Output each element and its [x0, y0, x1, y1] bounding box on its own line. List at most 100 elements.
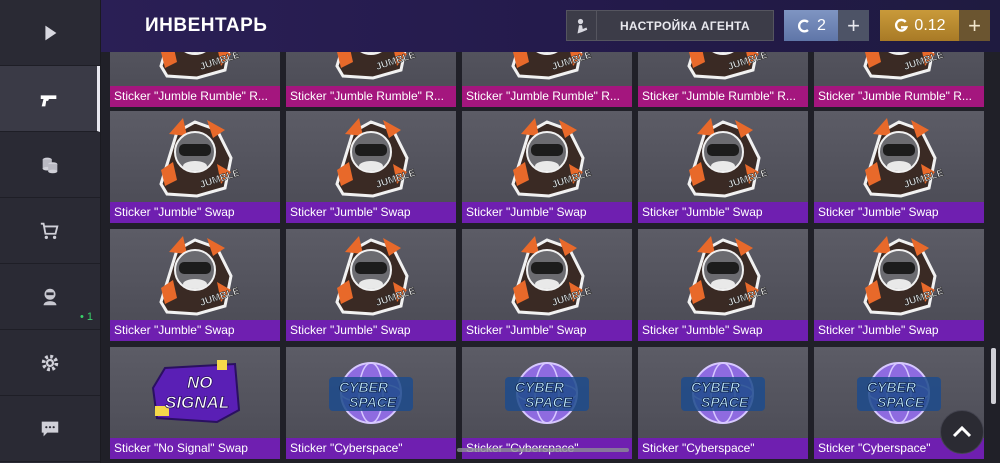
- sticker-image: NO SIGNAL: [110, 347, 280, 438]
- sticker-image: JUMBLE: [462, 111, 632, 202]
- sticker-image: JUMBLE: [110, 52, 280, 86]
- sticker-art-text: SPACE: [349, 394, 397, 410]
- sticker-image: CYBER SPACE: [638, 347, 808, 438]
- item-name-label: Sticker "Jumble Rumble" R...: [286, 86, 456, 107]
- sticker-art-text: CYBER: [867, 379, 917, 395]
- inventory-item-card[interactable]: CYBERSPACESticker "Cyberspace": [462, 347, 632, 459]
- item-name-label: Sticker "Jumble Rumble" R...: [462, 86, 632, 107]
- sticker-image: JUMBLE: [638, 52, 808, 86]
- coins-icon: [42, 157, 58, 173]
- sticker-art-text: CYBER: [339, 379, 389, 395]
- sticker-image: JUMBLE: [638, 111, 808, 202]
- inventory-item-card[interactable]: JUMBLE Sticker "Jumble Rumble" R...: [462, 52, 632, 107]
- sidebar-item-weapons[interactable]: [0, 66, 100, 132]
- inventory-item-card[interactable]: JUMBLE Sticker "Jumble" Swap: [638, 111, 808, 223]
- sidebar-item-play[interactable]: [0, 0, 100, 66]
- item-name-label: Sticker "Jumble" Swap: [814, 202, 984, 223]
- sticker-image: JUMBLE: [110, 111, 280, 202]
- sticker-image: JUMBLE: [462, 52, 632, 86]
- pistol-icon: [40, 94, 56, 106]
- vertical-scrollbar[interactable]: [988, 52, 1000, 463]
- sticker-image: JUMBLE: [814, 52, 984, 86]
- inventory-item-card[interactable]: JUMBLE Sticker "Jumble Rumble" R...: [814, 52, 984, 107]
- sidebar-item-agents[interactable]: • 1: [0, 264, 100, 330]
- gold-amount: 0.12: [914, 16, 946, 34]
- notification-badge: • 1: [80, 311, 94, 323]
- agent-settings-label: НАСТРОЙКА АГЕНТА: [619, 18, 751, 33]
- sidebar-item-chat[interactable]: [0, 396, 100, 462]
- chevron-up-icon: [952, 425, 972, 438]
- sticker-art-text: SPACE: [701, 394, 749, 410]
- inventory-item-card[interactable]: NO SIGNAL Sticker "No Signal" Swap: [110, 347, 280, 459]
- inventory-screen: • 1 ИНВЕНТАРЬ НАСТРОЙКА АГЕНТА 2 + 0.12 …: [0, 0, 1000, 463]
- item-name-label: Sticker "Jumble Rumble" R...: [814, 86, 984, 107]
- inventory-item-card[interactable]: JUMBLE Sticker "Jumble" Swap: [286, 229, 456, 341]
- scrollbar-thumb[interactable]: [991, 348, 996, 404]
- inventory-item-card[interactable]: JUMBLE Sticker "Jumble" Swap: [814, 111, 984, 223]
- inventory-item-card[interactable]: JUMBLE Sticker "Jumble" Swap: [814, 229, 984, 341]
- sidebar-item-coins[interactable]: [0, 132, 100, 198]
- sticker-art-text: CYBER: [515, 379, 565, 395]
- agent-icon: [43, 288, 57, 305]
- inventory-item-card[interactable]: JUMBLE Sticker "Jumble" Swap: [286, 111, 456, 223]
- inventory-item-card[interactable]: CYBERSPACESticker "Cyberspace": [286, 347, 456, 459]
- gold-value: 0.12: [880, 10, 959, 41]
- sticker-image: JUMBLE: [638, 229, 808, 320]
- item-name-label: Sticker "Jumble" Swap: [286, 202, 456, 223]
- credits-display: 2 +: [784, 10, 869, 41]
- sidebar: • 1: [0, 0, 101, 463]
- sticker-image: JUMBLE: [286, 52, 456, 86]
- sticker-image: JUMBLE: [110, 229, 280, 320]
- item-name-label: Sticker "Jumble" Swap: [110, 202, 280, 223]
- add-credits-button[interactable]: +: [838, 10, 869, 41]
- play-icon: [45, 25, 57, 40]
- inventory-item-card[interactable]: JUMBLE Sticker "Jumble" Swap: [110, 229, 280, 341]
- inventory-item-card[interactable]: JUMBLE Sticker "Jumble Rumble" R...: [110, 52, 280, 107]
- add-gold-button[interactable]: +: [959, 10, 990, 41]
- cart-icon: [40, 222, 59, 239]
- inventory-grid: JUMBLE Sticker "Jumble Rumble" R... JUMBLE…: [101, 52, 988, 463]
- item-name-label: Sticker "Jumble" Swap: [638, 202, 808, 223]
- item-name-label: Sticker "Jumble" Swap: [110, 320, 280, 341]
- sticker-image: JUMBLE: [814, 111, 984, 202]
- credits-value: 2: [784, 10, 838, 41]
- sticker-art-text: SPACE: [525, 394, 573, 410]
- horizontal-scroll-indicator: [457, 448, 629, 452]
- gold-display: 0.12 +: [880, 10, 990, 41]
- sticker-art-text: NO: [187, 373, 213, 392]
- credit-icon: [798, 19, 809, 32]
- inventory-item-card[interactable]: JUMBLE Sticker "Jumble Rumble" R...: [638, 52, 808, 107]
- sticker-image: JUMBLE: [286, 111, 456, 202]
- inventory-item-card[interactable]: CYBERSPACESticker "Cyberspace": [638, 347, 808, 459]
- item-name-label: Sticker "Cyberspace": [638, 438, 808, 459]
- item-name-label: Sticker "Jumble" Swap: [462, 202, 632, 223]
- sticker-image: JUMBLE: [814, 229, 984, 320]
- agent-settings-button[interactable]: НАСТРОЙКА АГЕНТА: [566, 10, 774, 41]
- page-title: ИНВЕНТАРЬ: [145, 15, 268, 36]
- item-name-label: Sticker "Jumble Rumble" R...: [110, 86, 280, 107]
- sticker-image: CYBER SPACE: [462, 347, 632, 438]
- inventory-item-card[interactable]: JUMBLE Sticker "Jumble Rumble" R...: [286, 52, 456, 107]
- item-name-label: Sticker "Jumble" Swap: [286, 320, 456, 341]
- inventory-item-card[interactable]: JUMBLE Sticker "Jumble" Swap: [110, 111, 280, 223]
- item-name-label: Sticker "Jumble" Swap: [814, 320, 984, 341]
- sidebar-item-settings[interactable]: [0, 330, 100, 396]
- sticker-art-text: SIGNAL: [165, 393, 229, 412]
- agent-settings-icon: [567, 11, 597, 40]
- sticker-image: JUMBLE: [462, 229, 632, 320]
- sidebar-item-shop[interactable]: [0, 198, 100, 264]
- chat-icon: [41, 421, 59, 436]
- sticker-image: JUMBLE: [286, 229, 456, 320]
- scroll-to-top-button[interactable]: [940, 410, 984, 454]
- item-name-label: Sticker "Jumble Rumble" R...: [638, 86, 808, 107]
- sticker-art-text: SPACE: [877, 394, 925, 410]
- item-name-label: Sticker "No Signal" Swap: [110, 438, 280, 459]
- inventory-item-card[interactable]: JUMBLE Sticker "Jumble" Swap: [462, 111, 632, 223]
- inventory-item-card[interactable]: JUMBLE Sticker "Jumble" Swap: [462, 229, 632, 341]
- credits-amount: 2: [817, 16, 826, 34]
- sticker-image: CYBER SPACE: [286, 347, 456, 438]
- sticker-art-text: CYBER: [691, 379, 741, 395]
- item-name-label: Sticker "Cyberspace": [286, 438, 456, 459]
- gear-icon: [41, 354, 59, 371]
- inventory-item-card[interactable]: JUMBLE Sticker "Jumble" Swap: [638, 229, 808, 341]
